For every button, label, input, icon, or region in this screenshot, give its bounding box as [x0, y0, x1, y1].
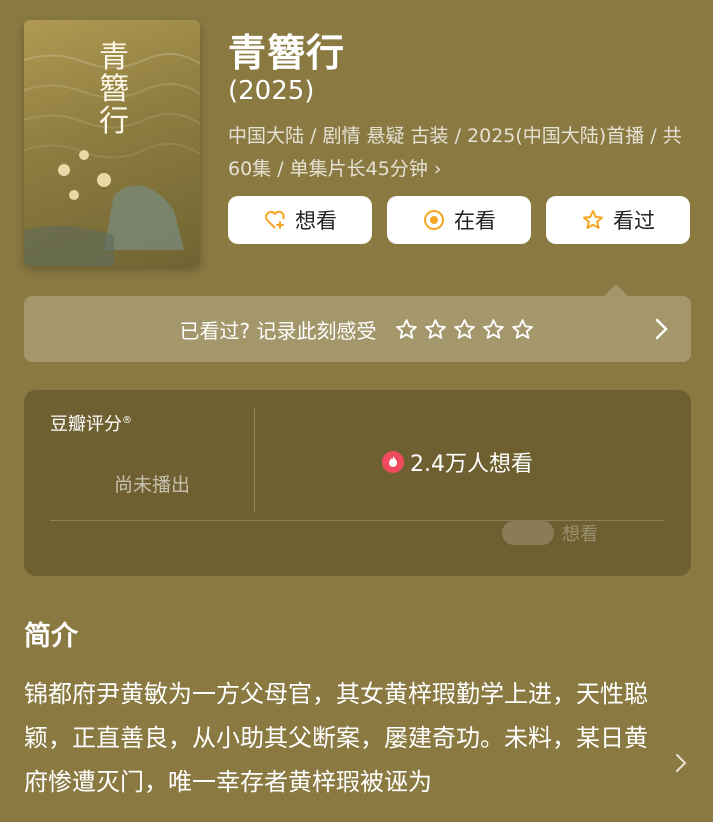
poster-char: 青 [99, 40, 129, 75]
watching-label: 在看 [454, 209, 496, 233]
chevron-right-icon[interactable] [674, 752, 688, 774]
fire-icon [382, 451, 404, 473]
star-outline-icon[interactable] [452, 317, 477, 342]
rating-card: 豆瓣评分® 尚未播出 2.4万人想看 想看 [24, 390, 691, 576]
meta-text: 中国大陆 / 剧情 悬疑 古装 / 2025(中国大陆)首播 / 共60集 / … [228, 125, 682, 180]
record-feeling-bar[interactable]: 已看过? 记录此刻感受 [24, 296, 691, 362]
star-outline-icon[interactable] [481, 317, 506, 342]
chevron-right-icon [655, 318, 668, 340]
faint-want-row: 想看 [502, 520, 598, 546]
faint-want-label: 想看 [562, 524, 598, 545]
rating-label: 豆瓣评分® [50, 410, 132, 436]
record-prompt: 已看过? 记录此刻感受 [179, 318, 377, 343]
want-count[interactable]: 2.4万人想看 [382, 446, 533, 478]
star-outline-icon[interactable] [423, 317, 448, 342]
registered-mark: ® [122, 415, 132, 426]
want-button[interactable]: 想看 [228, 196, 372, 244]
star-icon [583, 210, 603, 229]
want-label: 想看 [295, 209, 337, 233]
divider [254, 408, 255, 512]
movie-meta[interactable]: 中国大陆 / 剧情 悬疑 古装 / 2025(中国大陆)首播 / 共60集 / … [228, 120, 698, 186]
want-count-text: 2.4万人想看 [410, 452, 533, 477]
intro-text[interactable]: 锦都府尹黄敏为一方父母官，其女黄梓瑕勤学上进，天性聪颖，正直善良，从小助其父断案… [24, 672, 664, 822]
rating-label-text: 豆瓣评分 [50, 414, 122, 435]
intro-title: 简介 [24, 621, 78, 652]
star-rating[interactable] [394, 317, 535, 342]
movie-title: 青簪行 [228, 31, 346, 75]
pointer-arrow [604, 284, 628, 296]
poster-char: 簪 [99, 72, 129, 107]
poster-char: 行 [99, 104, 129, 139]
movie-year: (2025) [228, 76, 315, 106]
watching-button[interactable]: 在看 [387, 196, 531, 244]
watched-label: 看过 [613, 209, 655, 233]
star-outline-icon[interactable] [394, 317, 419, 342]
rating-status: 尚未播出 [114, 474, 191, 496]
heart-plus-icon [265, 210, 285, 229]
chevron-right-icon: › [433, 158, 442, 180]
avatar [502, 521, 554, 545]
star-outline-icon[interactable] [510, 317, 535, 342]
target-icon [424, 210, 444, 230]
poster-image[interactable]: 青 簪 行 [24, 20, 200, 266]
watched-button[interactable]: 看过 [546, 196, 690, 244]
poster-title: 青 簪 行 [94, 42, 134, 138]
